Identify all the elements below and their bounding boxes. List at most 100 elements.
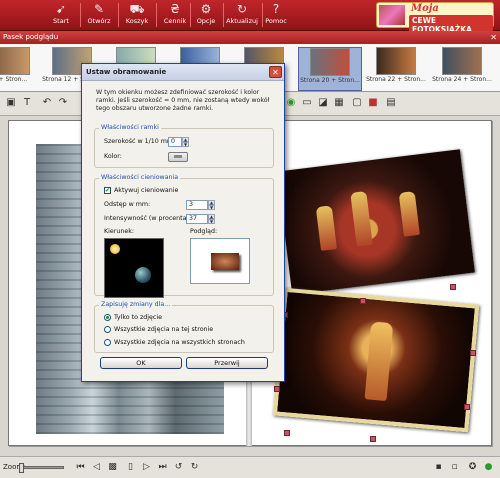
thumbnail-caption: Strona 24 + Stron... (432, 76, 492, 83)
preview-image (211, 253, 239, 270)
resize-handle[interactable] (464, 404, 470, 410)
image-tool-icon[interactable]: ▣ (4, 96, 18, 110)
rocket-icon: ➹ (55, 2, 67, 16)
resize-handle[interactable] (360, 298, 366, 304)
page-thumbnail[interactable]: Strona 22 + Stron... (364, 47, 428, 91)
first-page-icon[interactable]: ⏮ (74, 461, 87, 474)
update-button[interactable]: ↻ Aktualizuj (223, 2, 261, 30)
open-label: Otwórz (87, 17, 111, 25)
redo-icon[interactable]: ↷ (56, 96, 70, 110)
options-button[interactable]: ⚙ Opcje (189, 2, 223, 30)
speech-bubble-icon[interactable]: ◪ (316, 96, 330, 110)
undo-icon[interactable]: ↶ (40, 96, 54, 110)
green-circle-icon[interactable]: ◉ (284, 96, 298, 110)
text-tool-icon[interactable]: T (20, 96, 34, 110)
open-button[interactable]: ✎ Otwórz (82, 2, 116, 30)
border-settings-dialog: Ustaw obramowanie ✕ W tym okienku możesz… (81, 63, 285, 382)
dialog-title-bar: Ustaw obramowanie ✕ (82, 64, 284, 81)
apply-this-photo-label: Tylko to zdjęcie (114, 314, 162, 321)
frame-icon[interactable]: ▢ (350, 96, 364, 110)
shadow-preview-box (190, 238, 250, 284)
page-thumbnail[interactable]: 3 + Stron... (0, 47, 42, 91)
shadow-offset-input[interactable]: 3 (186, 200, 208, 210)
thumbnail-caption: 3 + Stron... (0, 76, 28, 83)
dancer-figure (398, 191, 420, 237)
thumbnail-image (310, 48, 350, 76)
price-icon: ₴ (170, 2, 180, 16)
apply-page-photos-radio[interactable] (104, 326, 111, 333)
page-view-icon[interactable]: ▩ (106, 461, 119, 474)
ok-button[interactable]: OK (100, 357, 182, 369)
frame-width-stepper[interactable]: ▲ ▼ (182, 137, 189, 147)
zoom-slider-knob[interactable] (19, 463, 24, 473)
resize-handle[interactable] (284, 430, 290, 436)
arrange-icon[interactable]: ▤ (384, 96, 398, 110)
frame-group-title: Właściwości ramki (99, 124, 161, 131)
apply-all-photos-label: Wszystkie zdjęcia na wszystkich stronach (114, 339, 245, 346)
last-page-icon[interactable]: ⏭ (156, 461, 169, 474)
apply-this-photo-radio[interactable] (104, 314, 111, 321)
rotate-left-icon[interactable]: ↺ (172, 461, 185, 474)
open-icon: ✎ (93, 2, 105, 16)
comment-icon[interactable]: ▭ (300, 96, 314, 110)
dancer-figure (315, 205, 337, 251)
preview-strip-title: Pasek podglądu (3, 33, 59, 41)
toolbar-separator (156, 3, 157, 27)
app-logo: Moja CEWE FOTOKSIĄŻKA (376, 2, 494, 35)
dancer-figure (350, 190, 373, 247)
zoom-slider[interactable] (19, 463, 64, 473)
shadow-offset-stepper[interactable]: ▲ ▼ (208, 200, 215, 210)
help-icon: ? (272, 2, 280, 16)
color-frame-icon[interactable]: ■ (366, 96, 380, 110)
thumbnail-caption: Strona 20 + Stron... (300, 77, 360, 84)
preview-strip-header: Pasek podglądu ✕ (0, 31, 500, 44)
cancel-button[interactable]: Przerwij (186, 357, 268, 369)
layout-icon[interactable]: ▦ (332, 96, 346, 110)
page-thumbnail-selected[interactable]: Strona 20 + Stron... (298, 47, 362, 91)
stepper-down-icon[interactable]: ▼ (208, 205, 215, 210)
frame-width-label: Szerokość w 1/10 mm: (104, 138, 176, 145)
help-button[interactable]: ? Pomoc (259, 2, 293, 30)
toolbar-separator (80, 3, 81, 27)
resize-handle[interactable] (370, 436, 376, 442)
shadow-intensity-stepper[interactable]: ▲ ▼ (208, 214, 215, 224)
page-thumbnail[interactable]: Strona 24 + Stron... (430, 47, 494, 91)
order-icon[interactable]: ✪ (466, 461, 479, 474)
apply-all-photos-radio[interactable] (104, 339, 111, 346)
close-icon[interactable]: ✕ (490, 31, 497, 44)
light-source-icon[interactable] (110, 244, 120, 254)
dancer-photo-bottom-selected[interactable] (272, 287, 480, 433)
stepper-down-icon[interactable]: ▼ (208, 219, 215, 224)
logo-text-moja: Moja (411, 3, 439, 14)
save-icon[interactable]: ▪ (432, 461, 445, 474)
save-as-icon[interactable]: ▫ (448, 461, 461, 474)
frame-color-button[interactable] (168, 152, 188, 162)
apply-page-photos-label: Wszystkie zdjęcia na tej stronie (114, 326, 214, 333)
rotate-right-icon[interactable]: ↻ (188, 461, 201, 474)
enable-shadow-checkbox[interactable]: ✔ (104, 187, 111, 194)
shadow-direction-picker[interactable] (104, 238, 164, 298)
shadow-intensity-label: Intensywność (w procentach): (104, 215, 199, 222)
frame-width-input[interactable]: 0 (168, 137, 182, 147)
resize-handle[interactable] (274, 386, 280, 392)
next-page-icon[interactable]: ▷ (140, 461, 153, 474)
stepper-down-icon[interactable]: ▼ (182, 142, 189, 147)
shadow-direction-label: Kierunek: (104, 228, 134, 235)
confirm-icon[interactable]: ● (482, 461, 495, 474)
resize-handle[interactable] (450, 284, 456, 290)
globe-icon (135, 267, 151, 283)
resize-handle[interactable] (470, 350, 476, 356)
start-button[interactable]: ➹ Start (44, 2, 78, 30)
shadow-group-title: Właściwości cieniowania (99, 174, 181, 181)
help-label: Pomoc (265, 17, 287, 25)
shadow-intensity-input[interactable]: 37 (186, 214, 208, 224)
price-button[interactable]: ₴ Cennik (158, 2, 192, 30)
price-label: Cennik (163, 17, 187, 25)
dancers-photo-top[interactable] (277, 149, 475, 295)
options-label: Opcje (196, 17, 216, 25)
previous-page-icon[interactable]: ◁ (90, 461, 103, 474)
cart-button[interactable]: ⛟ Koszyk (120, 2, 154, 30)
close-icon[interactable]: ✕ (269, 66, 282, 78)
shadow-preview-label: Podgląd: (190, 228, 218, 235)
single-page-icon[interactable]: ▯ (124, 461, 137, 474)
